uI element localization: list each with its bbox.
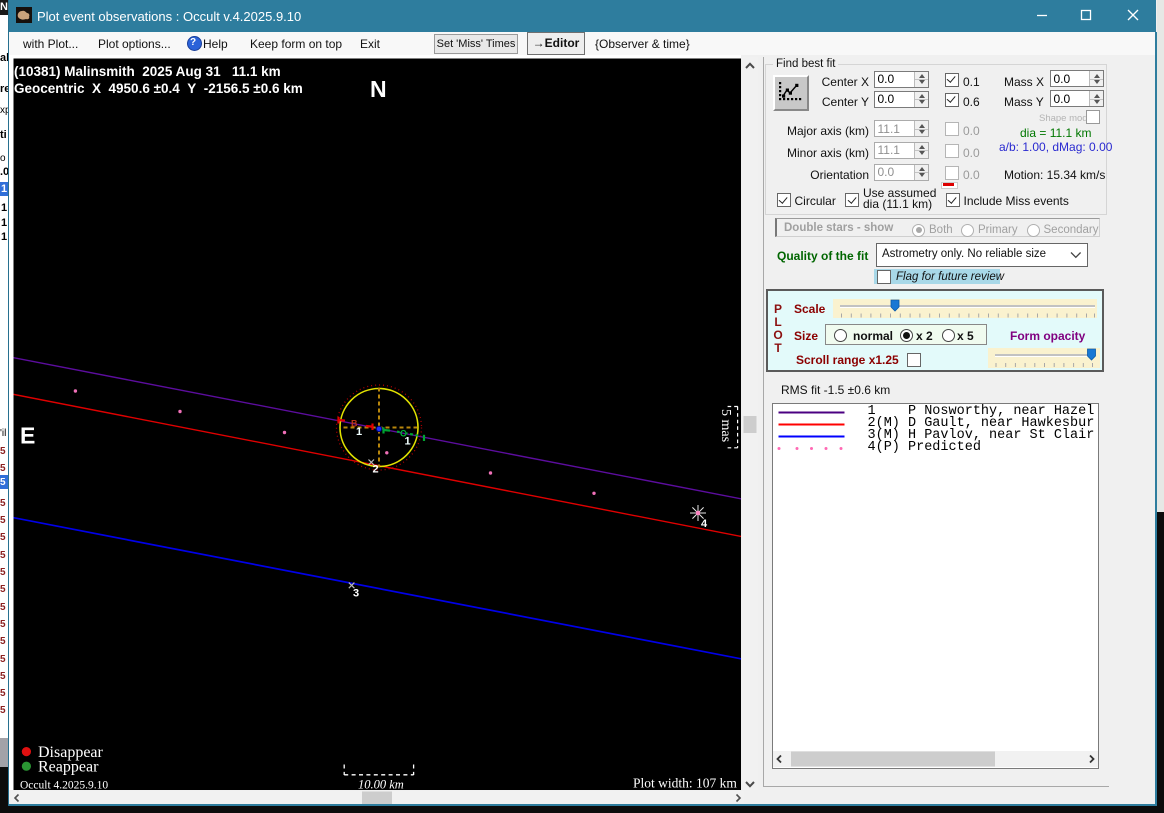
svg-text:E: E [20,423,35,449]
svg-text:10.00 km: 10.00 km [358,778,404,791]
svg-text:1: 1 [356,426,362,438]
svg-text:4: 4 [701,518,708,530]
svg-text:N: N [370,76,387,102]
svg-text:Plot width: 107 km: Plot width: 107 km [633,776,737,791]
svg-text:3: 3 [353,588,359,600]
svg-text:(10381) Malinsmith 2025 Aug 3: (10381) Malinsmith 2025 Aug 31 11.1 km [14,64,281,79]
svg-text:Geocentric X 4950.6 ±0.4 Y: Geocentric X 4950.6 ±0.4 Y -2156.5 ±0.6 … [14,81,303,96]
svg-text:2: 2 [373,464,379,476]
svg-text:5 mas: 5 mas [718,409,733,442]
svg-text:1: 1 [405,436,411,448]
svg-text:Occult 4.2025.9.10: Occult 4.2025.9.10 [20,780,108,791]
svg-text:Reappear: Reappear [38,759,99,776]
